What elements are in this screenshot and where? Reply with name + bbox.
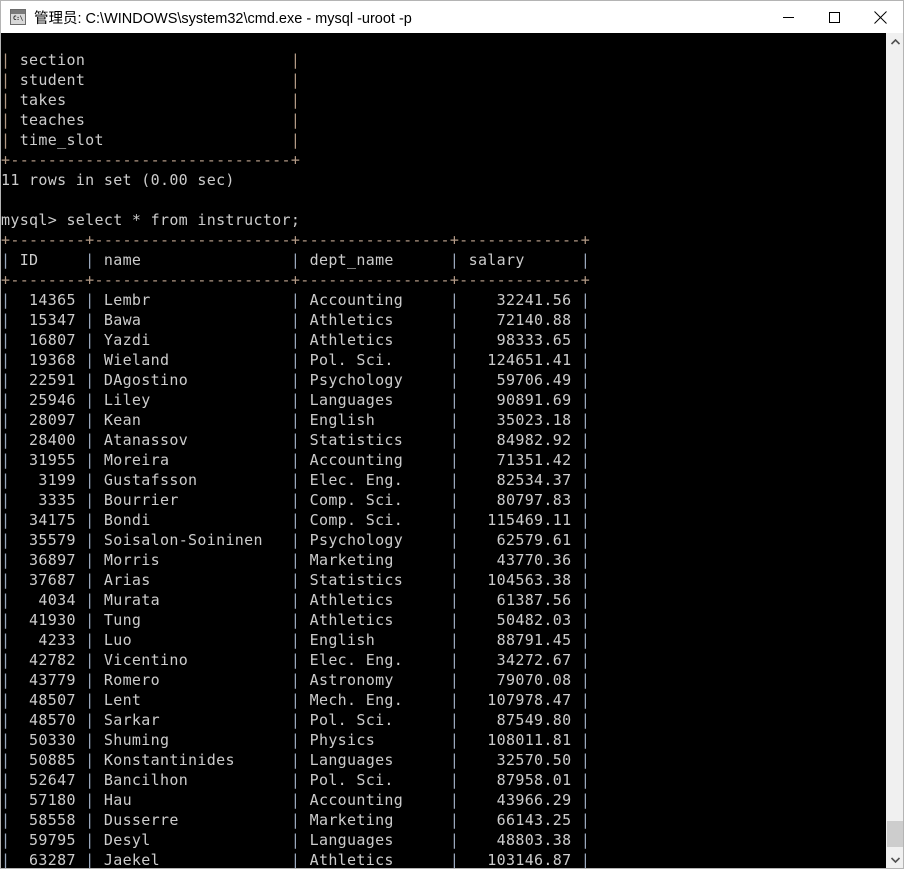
minimize-button[interactable] <box>765 1 811 33</box>
console-text: | section | | student | | takes | | teac… <box>1 51 591 868</box>
window-title: 管理员: C:\WINDOWS\system32\cmd.exe - mysql… <box>34 10 412 27</box>
minimize-icon <box>782 16 794 18</box>
scrollbar-up-button[interactable] <box>887 33 903 50</box>
maximize-button[interactable] <box>811 1 857 33</box>
terminal-scrollbar[interactable] <box>886 33 903 868</box>
close-button[interactable] <box>857 1 903 33</box>
terminal-output-area[interactable]: | section | | student | | takes | | teac… <box>1 33 887 868</box>
chevron-down-icon <box>890 856 900 863</box>
cmd-console-icon: C:\ <box>10 9 26 25</box>
scrollbar-track[interactable] <box>887 50 903 851</box>
scrollbar-corner <box>887 866 903 868</box>
icon-titlebar-stripe <box>11 10 25 14</box>
close-icon <box>873 10 887 24</box>
cmd-window: C:\ 管理员: C:\WINDOWS\system32\cmd.exe - m… <box>0 0 904 869</box>
icon-prompt-glyph: C:\ <box>13 15 23 22</box>
chevron-up-icon <box>890 38 900 45</box>
window-controls <box>765 1 903 33</box>
window-titlebar[interactable]: C:\ 管理员: C:\WINDOWS\system32\cmd.exe - m… <box>1 1 903 33</box>
scrollbar-thumb[interactable] <box>887 821 903 847</box>
maximize-icon <box>828 11 840 23</box>
